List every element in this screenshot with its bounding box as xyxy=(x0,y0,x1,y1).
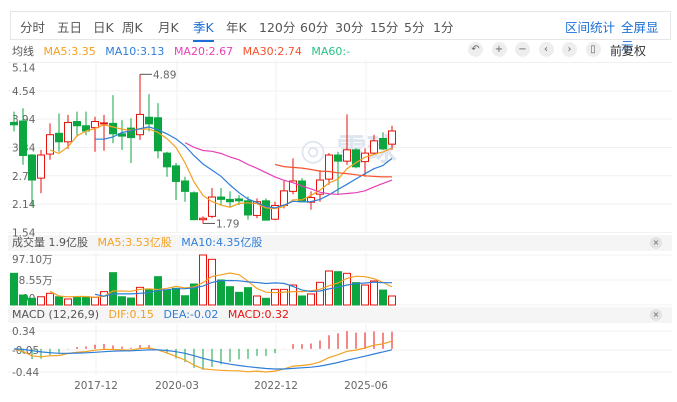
volume-bar xyxy=(172,287,180,306)
volume-bar xyxy=(199,254,207,306)
candle-body xyxy=(172,165,180,182)
high-label: 4.89 xyxy=(153,69,176,81)
candle-body xyxy=(343,149,351,162)
volume-bar xyxy=(226,286,234,306)
volume-bar xyxy=(64,298,72,306)
candle-body xyxy=(100,122,108,125)
candle-body xyxy=(190,192,198,221)
price-axis-label: 5.14 xyxy=(12,63,36,75)
candle-body xyxy=(64,121,72,143)
volume-bar xyxy=(19,294,27,306)
candle-body xyxy=(163,152,171,168)
volume-bar xyxy=(379,289,387,306)
volume-bar xyxy=(298,295,306,306)
candle-body xyxy=(235,198,243,202)
candle-body xyxy=(181,180,189,192)
candle-body xyxy=(10,121,18,126)
candle-body xyxy=(73,121,81,127)
candle-body xyxy=(199,217,207,221)
volume-bar xyxy=(271,288,279,306)
volume-bar xyxy=(37,296,45,306)
date-axis-label: 2025-06 xyxy=(344,380,388,392)
volume-bar xyxy=(262,297,270,306)
candle-body xyxy=(145,116,153,125)
volume-bar xyxy=(28,297,36,306)
price-axis-label: 4.54 xyxy=(12,86,36,98)
volume-bar xyxy=(316,281,324,306)
candle-body xyxy=(334,154,342,162)
volume-bar xyxy=(361,284,369,306)
volume-bar xyxy=(46,292,54,306)
date-axis-label: 2022-12 xyxy=(254,380,298,392)
candle-body xyxy=(37,154,45,179)
volume-bar xyxy=(118,296,126,306)
volume-bar xyxy=(235,291,243,306)
candle-body xyxy=(325,154,333,180)
volume-bar xyxy=(307,293,315,306)
volume-bar xyxy=(253,295,261,306)
volume-bar xyxy=(244,287,252,306)
volume-axis-label: 48.55万 xyxy=(12,275,53,287)
volume-axis-label: 97.10万 xyxy=(12,254,53,266)
candle-body xyxy=(379,137,387,150)
volume-bar xyxy=(181,295,189,306)
volume-bar xyxy=(100,291,108,306)
macd-axis-label: 0.34 xyxy=(12,326,36,338)
candle-body xyxy=(262,200,270,221)
volume-bar xyxy=(73,296,81,306)
date-axis-label: 2020-03 xyxy=(155,380,199,392)
volume-bar xyxy=(388,295,396,306)
low-label: 1.79 xyxy=(216,218,239,230)
candle-body xyxy=(370,140,378,154)
candle-body xyxy=(109,122,117,135)
macd-axis-label: -0.44 xyxy=(12,367,39,379)
candle-body xyxy=(226,198,234,203)
volume-bar xyxy=(163,289,171,306)
volume-bar xyxy=(217,279,225,306)
volume-bar xyxy=(127,297,135,306)
date-axis-label: 2017-12 xyxy=(74,380,118,392)
volume-bar xyxy=(91,296,99,306)
candle-body xyxy=(91,121,99,129)
price-axis-label: 1.54 xyxy=(12,227,36,239)
volume-bar xyxy=(55,296,63,306)
volume-bar xyxy=(82,296,90,306)
volume-bar xyxy=(109,272,117,306)
candle-body xyxy=(136,113,144,136)
candle-body xyxy=(217,196,225,200)
volume-bar xyxy=(10,272,18,306)
volume-bar xyxy=(370,280,378,306)
candle-body xyxy=(28,154,36,181)
candle-body xyxy=(55,132,63,143)
kline-chart[interactable]: 5.144.543.943.342.742.141.54◎ 雪球4.891.79… xyxy=(0,0,677,402)
candle-body xyxy=(280,190,288,207)
candle-body xyxy=(388,130,396,145)
candle-body xyxy=(19,120,27,156)
volume-bar xyxy=(352,282,360,306)
